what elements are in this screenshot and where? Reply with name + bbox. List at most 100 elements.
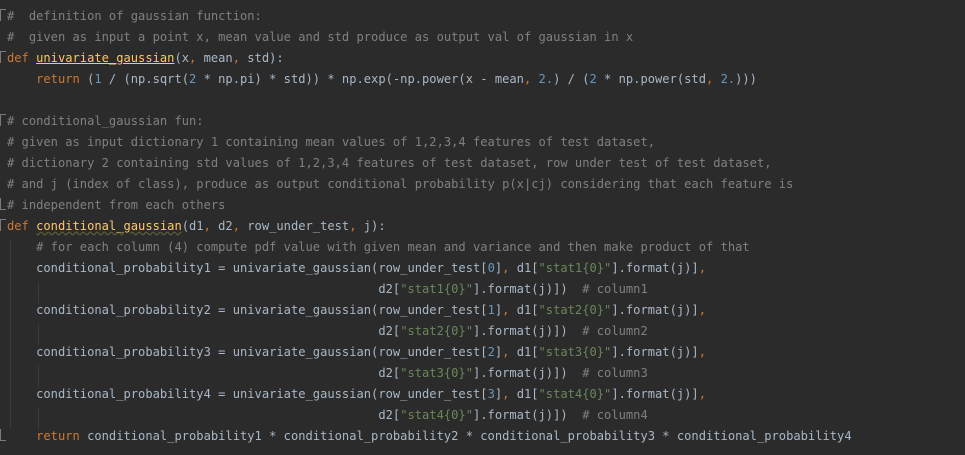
code-token: 1 bbox=[487, 303, 495, 317]
code-token: mean bbox=[203, 51, 233, 65]
code-token: d2[ bbox=[7, 408, 401, 422]
code-token: 2 bbox=[487, 345, 495, 359]
code-token: "stat3{0}" bbox=[538, 345, 612, 359]
code-token: 0 bbox=[487, 261, 495, 275]
code-token: ].format(j)] bbox=[611, 387, 699, 401]
code-token: , bbox=[232, 51, 248, 65]
code-token: return bbox=[36, 429, 88, 443]
code-token: ].format(j)] bbox=[611, 261, 699, 275]
fold-marker-icon[interactable] bbox=[0, 51, 6, 63]
code-token: , bbox=[698, 387, 706, 401]
code-token: d1[ bbox=[516, 261, 539, 275]
code-token: j): bbox=[363, 219, 386, 233]
code-line[interactable]: # for each column (4) compute pdf value … bbox=[7, 237, 750, 258]
code-token: std): bbox=[247, 51, 284, 65]
fold-marker-icon[interactable] bbox=[0, 9, 6, 21]
code-token: , bbox=[706, 72, 721, 86]
code-token: / (np.sqrt( bbox=[101, 72, 190, 86]
code-token: d2 bbox=[218, 219, 233, 233]
code-token: ].format(j)]) bbox=[473, 282, 583, 296]
code-token: 2. bbox=[538, 72, 554, 86]
code-line[interactable]: d2["stat3{0}"].format(j)]) # column3 bbox=[7, 363, 648, 384]
code-token: , bbox=[523, 72, 539, 86]
code-line[interactable]: d2["stat4{0}"].format(j)]) # column4 bbox=[7, 405, 648, 426]
code-token: # independent from each others bbox=[7, 198, 226, 212]
code-token: , bbox=[698, 345, 706, 359]
code-token: , bbox=[203, 219, 219, 233]
code-token: conditional_probability4 = univariate_ga… bbox=[7, 387, 488, 401]
code-token: "stat2{0}" bbox=[538, 303, 612, 317]
code-token: d2[ bbox=[7, 324, 401, 338]
code-line[interactable]: return (1 / (np.sqrt(2 * np.pi) * std)) … bbox=[7, 69, 757, 90]
code-token: conditional_probability2 = univariate_ga… bbox=[7, 303, 488, 317]
code-token: , bbox=[502, 261, 517, 275]
code-token: def bbox=[7, 219, 37, 233]
code-token: 2 bbox=[589, 72, 597, 86]
code-token: conditional_gaussian bbox=[36, 219, 182, 233]
code-line[interactable]: # independent from each others bbox=[7, 195, 225, 216]
code-token: d1[ bbox=[516, 387, 539, 401]
code-token: , bbox=[502, 345, 517, 359]
code-token: ))) bbox=[735, 72, 757, 86]
code-token: 2. bbox=[720, 72, 736, 86]
code-token: conditional_probability3 = univariate_ga… bbox=[7, 345, 488, 359]
code-token: "stat1{0}" bbox=[400, 282, 473, 296]
code-token: "stat3{0}" bbox=[400, 366, 473, 380]
code-line[interactable]: def conditional_gaussian(d1, d2, row_und… bbox=[7, 216, 386, 237]
code-token: ].format(j)] bbox=[611, 345, 699, 359]
code-token: # dictionary 2 containing std values of … bbox=[7, 156, 772, 170]
code-token: "stat2{0}" bbox=[400, 324, 473, 338]
code-token: # column1 bbox=[582, 282, 648, 296]
code-line[interactable]: def univariate_gaussian(x, mean, std): bbox=[7, 48, 284, 69]
code-token: univariate_gaussian bbox=[36, 51, 175, 65]
code-token: conditional_probability1 = univariate_ga… bbox=[7, 261, 488, 275]
code-token: , bbox=[349, 219, 364, 233]
code-token: (x bbox=[174, 51, 190, 65]
code-line[interactable]: d2["stat1{0}"].format(j)]) # column1 bbox=[7, 279, 648, 300]
code-line[interactable]: # given as input dictionary 1 containing… bbox=[7, 132, 655, 153]
code-line[interactable]: # and j (index of class), produce as out… bbox=[7, 174, 793, 195]
code-token: # given as input dictionary 1 containing… bbox=[7, 135, 656, 149]
code-token: # column2 bbox=[582, 324, 648, 338]
code-editor[interactable]: # definition of gaussian function: # give… bbox=[0, 0, 965, 455]
code-token: # given as input a point x, mean value a… bbox=[7, 30, 634, 44]
code-line[interactable]: return conditional_probability1 * condit… bbox=[7, 426, 852, 447]
code-token: , bbox=[698, 261, 706, 275]
code-token: , bbox=[232, 219, 248, 233]
code-token: # definition of gaussian function: bbox=[7, 9, 262, 23]
code-token: , bbox=[502, 303, 517, 317]
code-line[interactable]: # definition of gaussian function: bbox=[7, 6, 262, 27]
code-token: d2[ bbox=[7, 282, 401, 296]
code-token: "stat1{0}" bbox=[538, 261, 612, 275]
fold-marker-icon[interactable] bbox=[0, 219, 6, 231]
fold-marker-icon[interactable] bbox=[0, 198, 6, 210]
code-token: # column3 bbox=[582, 366, 648, 380]
code-token: d1[ bbox=[516, 345, 539, 359]
code-token: def bbox=[7, 51, 37, 65]
code-line[interactable]: d2["stat2{0}"].format(j)]) # column2 bbox=[7, 321, 648, 342]
code-line[interactable]: # conditional_gaussian fun: bbox=[7, 111, 204, 132]
code-line[interactable]: # given as input a point x, mean value a… bbox=[7, 27, 633, 48]
code-line[interactable]: # dictionary 2 containing std values of … bbox=[7, 153, 772, 174]
code-token: d1[ bbox=[516, 303, 539, 317]
code-line[interactable]: conditional_probability2 = univariate_ga… bbox=[7, 300, 706, 321]
fold-marker-icon[interactable] bbox=[0, 429, 6, 441]
code-token: 1 bbox=[94, 72, 102, 86]
fold-marker-icon[interactable] bbox=[0, 114, 6, 126]
code-line[interactable]: conditional_probability4 = univariate_ga… bbox=[7, 384, 706, 405]
code-token: conditional_probability1 * conditional_p… bbox=[87, 429, 852, 443]
code-token: # column4 bbox=[582, 408, 648, 422]
code-line[interactable]: conditional_probability3 = univariate_ga… bbox=[7, 342, 706, 363]
code-token: (d1 bbox=[181, 219, 204, 233]
code-token: * np.power(std bbox=[596, 72, 706, 86]
code-token: ].format(j)]) bbox=[473, 324, 583, 338]
code-token: # for each column (4) compute pdf value … bbox=[7, 240, 750, 254]
code-token: 3 bbox=[487, 387, 495, 401]
code-token: ) / ( bbox=[553, 72, 590, 86]
code-token: ].format(j)]) bbox=[473, 366, 583, 380]
code-line[interactable]: conditional_probability1 = univariate_ga… bbox=[7, 258, 706, 279]
code-token: , bbox=[189, 51, 204, 65]
code-token: * np.pi) * std)) * np.exp(-np.power(x - … bbox=[196, 72, 524, 86]
code-token: "stat4{0}" bbox=[538, 387, 612, 401]
